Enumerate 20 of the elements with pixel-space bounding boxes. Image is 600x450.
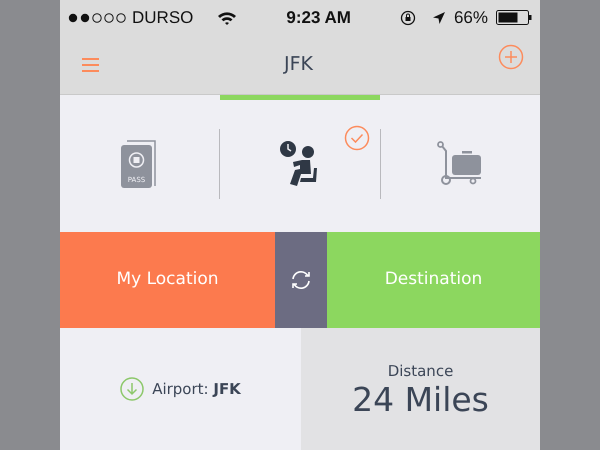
- status-time: 9:23 AM: [286, 6, 351, 29]
- rotation-lock-icon: [400, 10, 416, 26]
- check-icon: [344, 125, 370, 151]
- battery-icon: [496, 10, 532, 25]
- battery-percent: 66%: [454, 6, 488, 29]
- distance-label: Distance: [388, 360, 454, 382]
- page-title: JFK: [284, 52, 313, 78]
- destination-button[interactable]: Destination: [327, 232, 540, 328]
- airport-label: Airport: JFK: [152, 378, 241, 400]
- carrier-name: DURSO: [132, 6, 194, 29]
- waiting-passenger-icon: [280, 140, 320, 188]
- wifi-icon: [217, 10, 238, 24]
- distance-value: 24 Miles: [352, 382, 489, 418]
- my-location-button[interactable]: My Location: [60, 232, 275, 328]
- swap-button[interactable]: [275, 232, 327, 328]
- location-arrow-icon: [432, 10, 446, 24]
- signal-icon: [68, 12, 128, 22]
- swap-arrows-icon: [289, 270, 313, 290]
- luggage-cart-icon: [437, 140, 484, 186]
- add-button[interactable]: [498, 44, 524, 70]
